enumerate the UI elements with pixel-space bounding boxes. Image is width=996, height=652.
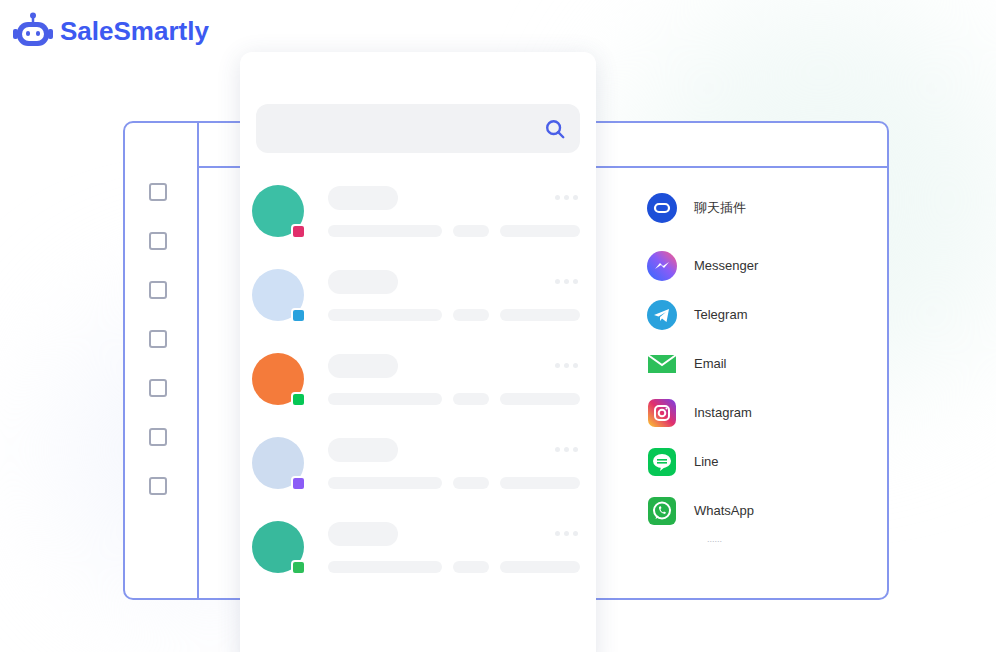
- channel-item[interactable]: Email: [647, 349, 887, 379]
- name-placeholder: [328, 186, 398, 210]
- name-placeholder: [328, 522, 398, 546]
- message-placeholder: [500, 561, 580, 573]
- logo[interactable]: SaleSmartly: [12, 12, 209, 50]
- checkbox[interactable]: [149, 281, 167, 299]
- channel-item[interactable]: Messenger: [647, 251, 887, 281]
- message-placeholder: [453, 393, 489, 405]
- message-placeholder: [328, 309, 442, 321]
- contact-card: [240, 52, 596, 652]
- channel-item[interactable]: Telegram: [647, 300, 887, 330]
- name-placeholder: [328, 354, 398, 378]
- robot-logo-icon: [12, 12, 54, 50]
- message-placeholder: [453, 561, 489, 573]
- email-badge-icon: [291, 560, 306, 575]
- line-badge-icon: [291, 392, 306, 407]
- checkbox[interactable]: [149, 477, 167, 495]
- contact-list: [240, 169, 596, 589]
- contact-row[interactable]: [240, 253, 596, 337]
- channel-item[interactable]: Line: [647, 447, 887, 477]
- contact-row[interactable]: [240, 169, 596, 253]
- search-icon[interactable]: [544, 118, 566, 140]
- line-icon: [647, 447, 677, 477]
- message-placeholder: [328, 393, 442, 405]
- more-icon[interactable]: [555, 195, 578, 200]
- channel-item[interactable]: Instagram: [647, 398, 887, 428]
- more-icon[interactable]: [555, 279, 578, 284]
- telegram-badge-icon: [291, 308, 306, 323]
- message-placeholder: [453, 477, 489, 489]
- telegram-icon: [647, 300, 677, 330]
- contact-row[interactable]: [240, 421, 596, 505]
- contact-row[interactable]: [240, 505, 596, 589]
- search-bar[interactable]: [256, 104, 580, 153]
- checkbox[interactable]: [149, 330, 167, 348]
- contact-row[interactable]: [240, 337, 596, 421]
- instagram-icon: [647, 398, 677, 428]
- message-placeholder: [500, 309, 580, 321]
- message-placeholder: [328, 477, 442, 489]
- message-placeholder: [500, 225, 580, 237]
- message-placeholder: [453, 309, 489, 321]
- message-placeholder: [453, 225, 489, 237]
- message-placeholder: [328, 561, 442, 573]
- message-placeholder: [500, 477, 580, 489]
- channel-item[interactable]: WhatsApp: [647, 496, 887, 526]
- logo-text: SaleSmartly: [60, 18, 209, 44]
- message-placeholder: [500, 393, 580, 405]
- messenger-badge-icon: [291, 476, 306, 491]
- checkbox[interactable]: [149, 428, 167, 446]
- page: SaleSmartly 聊天插件 Messenger Telegram Email Ins…: [0, 0, 996, 652]
- channel-item[interactable]: 聊天插件: [647, 193, 887, 223]
- checkbox[interactable]: [149, 232, 167, 250]
- channel-list: 聊天插件 Messenger Telegram Email Instagram Line W…: [647, 193, 887, 544]
- whatsapp-icon: [647, 496, 677, 526]
- email-icon: [647, 349, 677, 379]
- more-icon[interactable]: [555, 447, 578, 452]
- message-placeholder: [328, 225, 442, 237]
- more-indicator: ......: [707, 535, 887, 544]
- more-icon[interactable]: [555, 363, 578, 368]
- name-placeholder: [328, 438, 398, 462]
- more-icon[interactable]: [555, 531, 578, 536]
- checkbox-column: [125, 123, 199, 598]
- checkbox[interactable]: [149, 379, 167, 397]
- name-placeholder: [328, 270, 398, 294]
- messenger-icon: [647, 251, 677, 281]
- instagram-badge-icon: [291, 224, 306, 239]
- chat-plugin-icon: [647, 193, 677, 223]
- checkbox[interactable]: [149, 183, 167, 201]
